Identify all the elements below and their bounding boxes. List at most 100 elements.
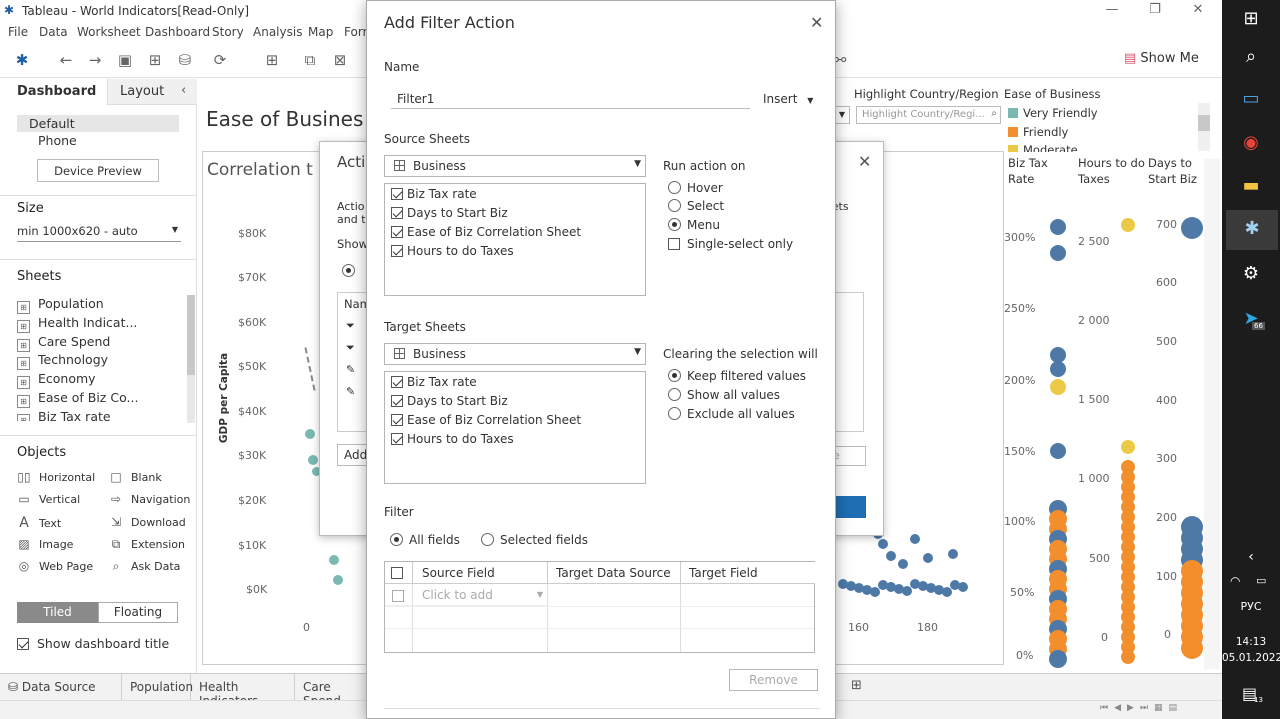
filter-all-fields[interactable]: All fields (390, 533, 460, 547)
source-sheet-item[interactable]: Hours to do Taxes (391, 244, 514, 262)
target-sheet-item[interactable]: Biz Tax rate (391, 375, 477, 393)
radio[interactable] (668, 181, 681, 194)
sheet-item[interactable]: ⊞ Ease of Biz Co... (17, 390, 138, 408)
radio[interactable] (481, 533, 494, 546)
clock-date[interactable]: 05.01.2022 (1222, 652, 1280, 664)
strip-point[interactable] (1121, 650, 1135, 664)
legend-scrollbar[interactable] (1198, 103, 1210, 151)
wifi-icon[interactable]: ◠ (1230, 574, 1240, 588)
battery-icon[interactable]: ▭ (1256, 574, 1266, 587)
tableau-home-icon[interactable]: ✱ (12, 50, 32, 70)
strip-point[interactable] (1050, 379, 1066, 395)
scatter-point[interactable] (910, 534, 920, 544)
radio[interactable] (668, 218, 681, 231)
target-sheet-item[interactable]: Days to Start Biz (391, 394, 508, 412)
object-web-page[interactable]: ◎ Web Page (17, 559, 93, 573)
checkbox[interactable] (391, 188, 403, 200)
show-radio[interactable] (342, 264, 361, 278)
scrollbar-thumb[interactable] (187, 295, 195, 375)
windows-start-icon[interactable]: ⊞ (1236, 4, 1266, 34)
device-preview-button[interactable]: Device Preview (37, 159, 159, 182)
scatter-point[interactable] (948, 549, 958, 559)
scatter-point[interactable] (898, 559, 908, 569)
strip-point[interactable] (1049, 650, 1067, 668)
target-sheet-item[interactable]: Hours to do Taxes (391, 432, 514, 450)
clear-icon[interactable]: ⊠ (330, 50, 350, 70)
source-sheet-item[interactable]: Biz Tax rate (391, 187, 477, 205)
menu-file[interactable]: File (8, 25, 28, 39)
object-navigation[interactable]: ⇨ Navigation (109, 492, 190, 506)
strip-point[interactable] (1050, 245, 1066, 261)
scatter-point[interactable] (878, 539, 888, 549)
size-dropdown[interactable]: min 1000x620 - auto ▼ (17, 224, 181, 242)
floating-button[interactable]: Floating (98, 602, 178, 623)
checkbox[interactable] (392, 590, 404, 602)
new-datasource-icon[interactable]: ⊞ (145, 50, 165, 70)
device-default[interactable]: Default (17, 115, 179, 132)
scatter-point[interactable] (333, 575, 343, 585)
menu-analysis[interactable]: Analysis (253, 25, 302, 39)
clear-keep-filtered[interactable]: Keep filtered values (668, 369, 806, 383)
menu-story[interactable]: Story (212, 25, 244, 39)
checkbox[interactable] (391, 207, 403, 219)
tab-population[interactable]: Population (122, 674, 193, 701)
checkbox[interactable] (391, 433, 403, 445)
duplicate-icon[interactable]: ⧉ (300, 50, 320, 70)
filter-selected-fields[interactable]: Selected fields (481, 533, 588, 547)
remove-button[interactable]: Remove (729, 669, 818, 691)
sheet-item[interactable]: ⊞ Technology (17, 352, 108, 370)
scatter-point[interactable] (958, 582, 968, 592)
clock-time[interactable]: 14:13 (1222, 636, 1280, 648)
menu-data[interactable]: Data (39, 25, 68, 39)
object-text[interactable]: A Text (17, 515, 61, 531)
name-input[interactable]: Filter1 (391, 89, 750, 109)
sheet-item[interactable]: ⊞ Care Spend (17, 334, 110, 352)
minimize-button[interactable]: — (1100, 2, 1124, 20)
radio[interactable] (668, 407, 681, 420)
source-sheet-item[interactable]: Ease of Biz Correlation Sheet (391, 225, 581, 243)
tab-dashboard[interactable]: Dashboard (0, 79, 107, 105)
settings-icon[interactable]: ⚙ (1236, 259, 1266, 289)
tiled-button[interactable]: Tiled (17, 602, 98, 623)
radio[interactable] (390, 533, 403, 546)
clear-show-all[interactable]: Show all values (668, 388, 780, 402)
close-icon[interactable]: ✕ (810, 13, 823, 32)
scatter-point[interactable] (308, 455, 318, 465)
object-extension[interactable]: ⧉ Extension (109, 537, 185, 552)
show-title-checkbox[interactable]: Show dashboard title (17, 636, 169, 651)
insert-dropdown[interactable]: Insert ▼ (763, 92, 813, 106)
strip-point[interactable] (1181, 217, 1203, 239)
scatter-point[interactable] (305, 429, 315, 439)
sheet-item[interactable]: ⊞ Population (17, 296, 104, 314)
language-indicator[interactable]: РУС (1222, 600, 1280, 613)
sheets-scrollbar[interactable] (187, 295, 195, 423)
strip-point[interactable] (1050, 443, 1066, 459)
save-icon[interactable]: ▣ (115, 50, 135, 70)
menu-dashboard[interactable]: Dashboard (145, 25, 210, 39)
radio[interactable] (668, 369, 681, 382)
scatter-point[interactable] (886, 551, 896, 561)
new-dashboard-icon[interactable]: ⊞ (851, 678, 862, 693)
checkbox[interactable] (391, 567, 403, 579)
checkbox[interactable] (17, 638, 29, 650)
checkbox[interactable] (391, 245, 403, 257)
scatter-point[interactable] (923, 553, 933, 563)
legend-item[interactable]: Very Friendly (1008, 106, 1098, 120)
strip-point[interactable] (1181, 637, 1203, 659)
target-sheets-combo[interactable]: Business ▼ (384, 343, 646, 365)
object-horizontal[interactable]: ▯▯ Horizontal (17, 470, 95, 484)
tableau-taskbar-item[interactable]: ✱ (1226, 210, 1278, 250)
strip-point[interactable] (1050, 361, 1066, 377)
checkbox[interactable] (391, 376, 403, 388)
new-sheet-icon[interactable]: ⊞ (262, 50, 282, 70)
collapse-panel-icon[interactable]: ‹ (181, 83, 186, 98)
object-vertical[interactable]: ▭ Vertical (17, 492, 80, 506)
device-phone[interactable]: Phone (38, 133, 77, 148)
close-window-button[interactable]: ✕ (1186, 2, 1210, 20)
menu-worksheet[interactable]: Worksheet (77, 25, 141, 39)
click-to-add-dropdown[interactable]: Click to add ▼ (413, 584, 548, 606)
sheet-item[interactable]: ⊞ Economy (17, 371, 96, 389)
menu-map[interactable]: Map (308, 25, 333, 39)
chevron-down-icon[interactable]: ▼ (834, 106, 850, 124)
close-icon[interactable]: ✕ (858, 152, 871, 171)
